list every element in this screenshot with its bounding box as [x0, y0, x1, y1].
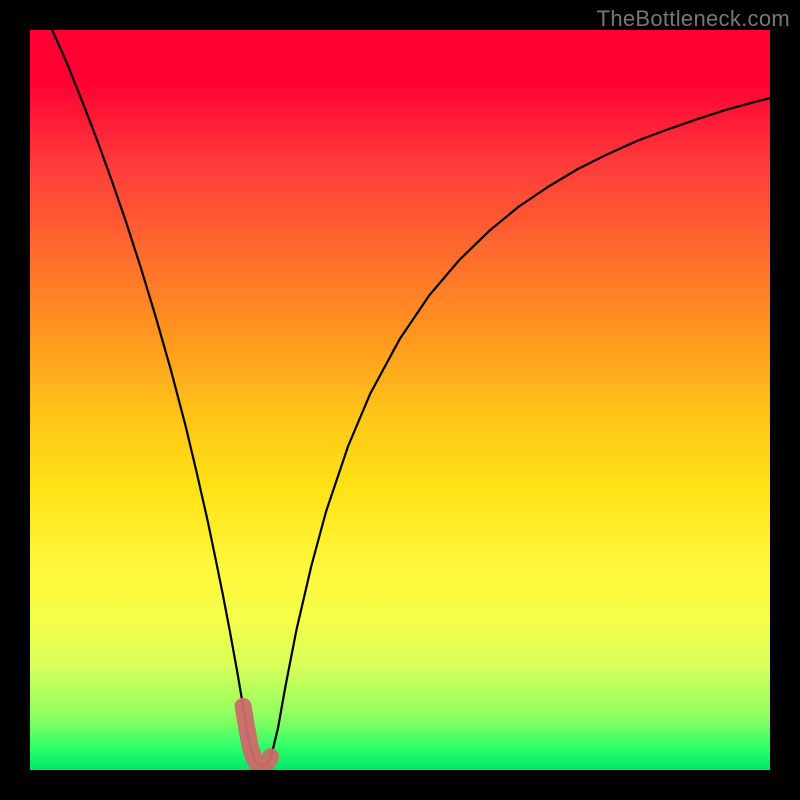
attribution-text: TheBottleneck.com	[597, 6, 790, 32]
plot-area	[30, 30, 770, 770]
curve-svg	[30, 30, 770, 770]
highlight-path	[243, 706, 270, 765]
curve-path	[52, 30, 770, 766]
chart-frame: TheBottleneck.com	[0, 0, 800, 800]
